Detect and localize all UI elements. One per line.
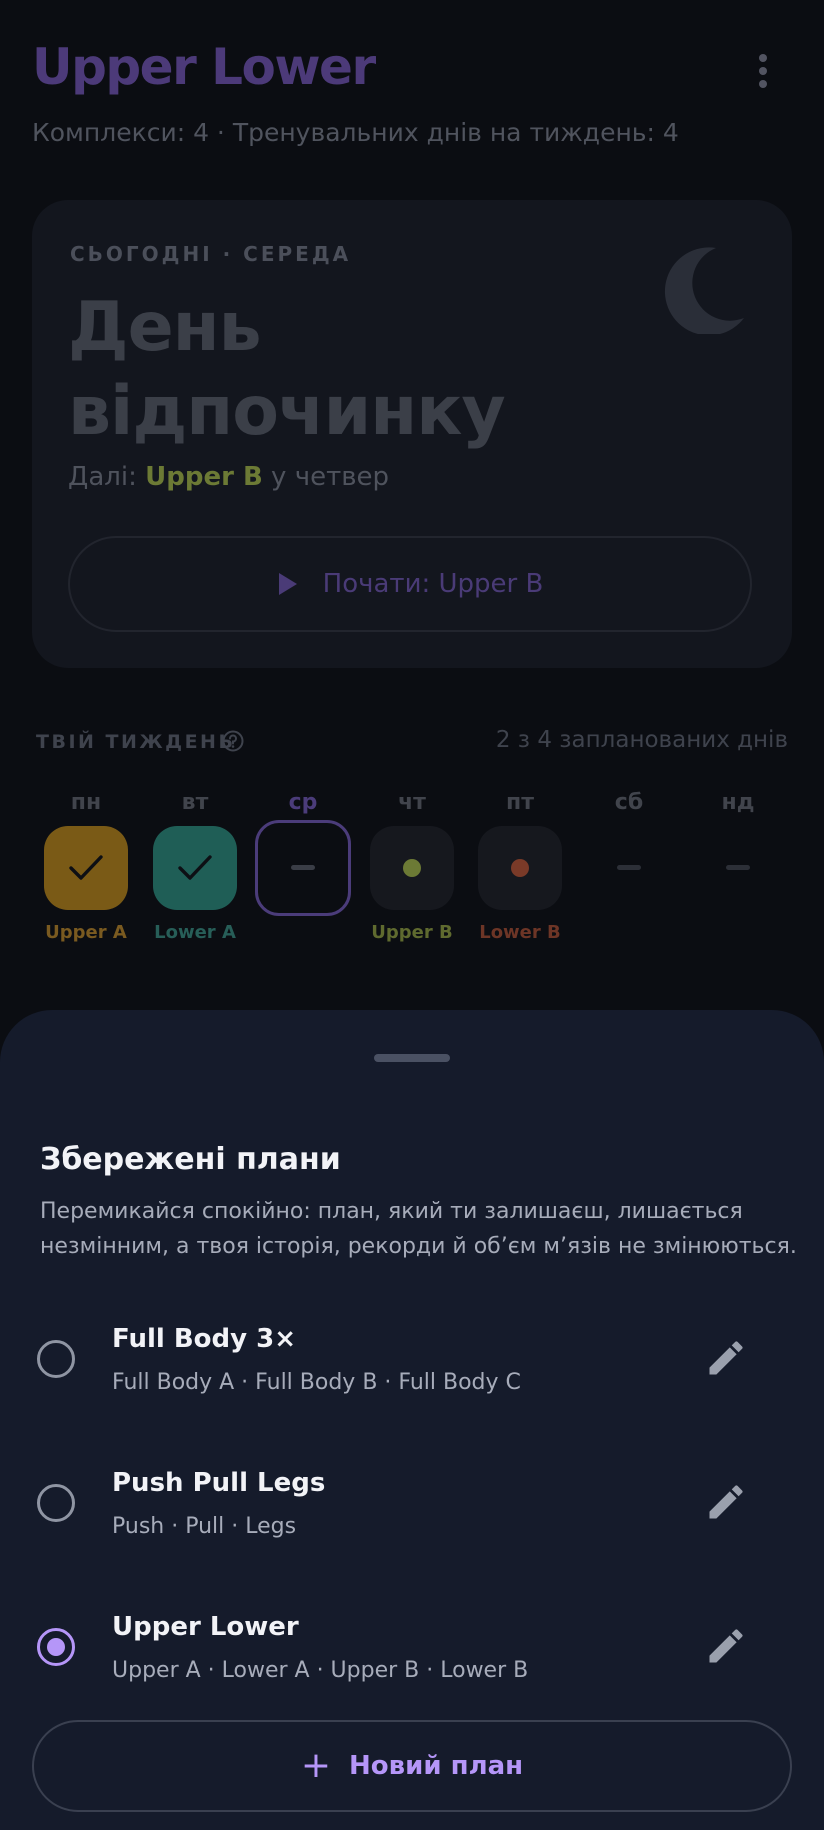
plan-name: Upper Lower (112, 1612, 299, 1642)
day-plan-label (579, 922, 679, 946)
today-card: СЬОГОДНІ · СЕРЕДА День відпочинку Далі: … (32, 200, 792, 668)
plus-icon: + (300, 1745, 332, 1786)
week-day-0[interactable]: пн Upper A (36, 790, 136, 946)
plan-radio[interactable] (37, 1628, 75, 1666)
day-name: сб (614, 790, 644, 815)
dash-icon (291, 865, 315, 870)
edit-pencil-icon[interactable] (704, 1336, 748, 1380)
plan-radio[interactable] (37, 1484, 75, 1522)
day-plan-label (688, 922, 788, 946)
day-plan-label (253, 922, 353, 946)
plan-workouts: Upper A · Lower A · Upper B · Lower B (112, 1658, 529, 1683)
moon-icon (664, 247, 744, 334)
day-planned-tile[interactable] (478, 826, 562, 910)
week-day-1[interactable]: вт Lower A (145, 790, 245, 946)
rest-day-title: День відпочинку (68, 288, 506, 451)
next-prefix: Далі: (68, 462, 146, 492)
start-workout-button[interactable]: Почати: Upper B (68, 536, 752, 632)
plan-row[interactable]: Push Pull Legs Push · Pull · Legs (0, 1454, 824, 1564)
week-planned-count: 2 з 4 запланованих днів (495, 727, 788, 753)
today-label: СЬОГОДНІ · СЕРЕДА (70, 242, 352, 266)
plan-row[interactable]: Full Body 3× Full Body A · Full Body B · … (0, 1310, 824, 1420)
day-planned-tile[interactable] (370, 826, 454, 910)
week-day-2[interactable]: ср (253, 790, 353, 946)
plan-summary: Комплекси: 4 · Тренувальних днів на тижд… (32, 118, 679, 147)
day-done-tile[interactable] (44, 826, 128, 910)
week-day-6: нд (688, 790, 788, 946)
page-title: Upper Lower (32, 38, 376, 96)
new-plan-button[interactable]: + Новий план (32, 1720, 792, 1812)
plan-workouts: Full Body A · Full Body B · Full Body C (112, 1370, 521, 1395)
planned-dot-icon (403, 859, 421, 877)
play-icon (278, 573, 297, 595)
day-plan-label: Lower A (154, 922, 236, 943)
day-name: пн (70, 790, 102, 815)
planned-dot-icon (511, 859, 529, 877)
saved-plans-sheet: Збережені плани Перемикайся спокійно: пл… (0, 1010, 824, 1830)
day-today-tile[interactable] (255, 820, 351, 916)
day-plan-label: Lower B (479, 922, 561, 943)
edit-pencil-icon[interactable] (704, 1480, 748, 1524)
next-plan-name: Upper B (145, 462, 263, 492)
week-day-4[interactable]: пт Lower B (470, 790, 570, 946)
start-workout-label: Почати: Upper B (322, 569, 544, 599)
day-rest-tile (587, 826, 671, 910)
day-done-tile[interactable] (153, 826, 237, 910)
day-name: пт (506, 790, 534, 815)
check-icon (178, 855, 212, 880)
sheet-title: Збережені плани (40, 1142, 341, 1177)
check-icon (69, 855, 103, 880)
day-rest-tile (696, 826, 780, 910)
next-suffix: у четвер (262, 462, 390, 492)
plan-row[interactable]: Upper Lower Upper A · Lower A · Upper B ·… (0, 1598, 824, 1708)
plan-name: Full Body 3× (112, 1324, 297, 1354)
more-options-icon[interactable] (756, 54, 770, 90)
week-day-3[interactable]: чт Upper B (362, 790, 462, 946)
plan-workouts: Push · Pull · Legs (112, 1514, 297, 1539)
week-day-5: сб (579, 790, 679, 946)
day-plan-label: Upper B (371, 922, 453, 943)
dash-icon (726, 865, 750, 870)
edit-pencil-icon[interactable] (704, 1624, 748, 1668)
dash-icon (617, 865, 641, 870)
next-workout-line: Далі: Upper B у четвер (68, 462, 389, 492)
day-plan-label: Upper A (45, 922, 127, 943)
sheet-drag-handle[interactable] (374, 1054, 450, 1062)
day-name: вт (181, 790, 209, 815)
plan-name: Push Pull Legs (112, 1468, 326, 1498)
new-plan-label: Новий план (349, 1751, 524, 1781)
week-section-label: ТВІЙ ТИЖДЕНЬ (36, 731, 236, 753)
day-name: нд (721, 790, 755, 815)
plan-radio[interactable] (37, 1340, 75, 1378)
sheet-description: Перемикайся спокійно: план, який ти зали… (40, 1199, 797, 1259)
day-name: чт (398, 790, 426, 815)
help-icon[interactable] (222, 730, 244, 752)
